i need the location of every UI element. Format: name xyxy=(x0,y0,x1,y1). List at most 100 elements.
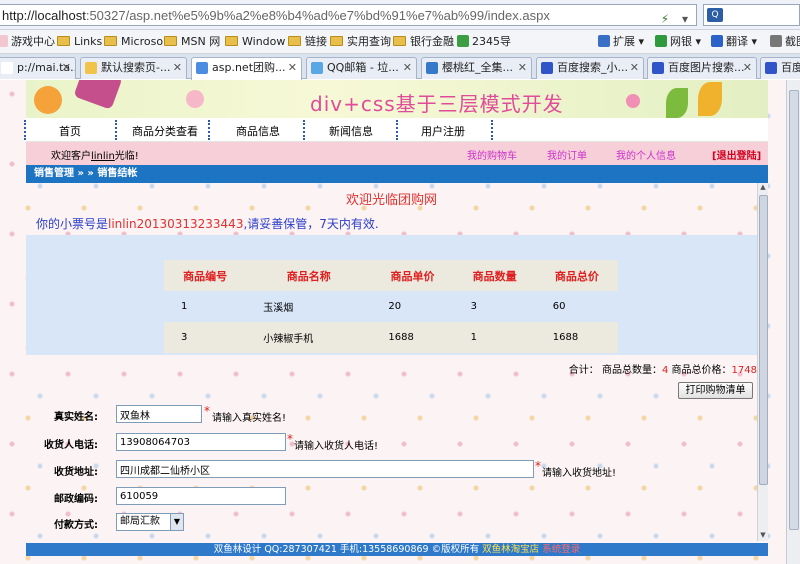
tab-6[interactable]: 百度图片搜索... ✕ xyxy=(647,57,757,79)
tab-strip: p://mai.ta... ✕ 默认搜索页-... ✕ asp.net团购... ✕ … xyxy=(0,54,800,80)
admin-login-link[interactable]: 系统登录 xyxy=(542,544,580,555)
required-mark: * xyxy=(535,459,541,473)
favorite-links[interactable]: Links xyxy=(57,34,102,50)
url-host: http://localhost xyxy=(2,8,86,23)
tab-label: 默认搜索页-... xyxy=(101,61,171,74)
search-input[interactable]: Q xyxy=(703,4,800,26)
orders-link[interactable]: 我的订单 xyxy=(547,147,587,162)
compat-icon[interactable]: ⚡ xyxy=(656,10,674,28)
favorites-bar: 游戏中心 Links Microso MSN 网 Window 链接 实用查询 … xyxy=(0,30,800,54)
name-hint: 请输入真实姓名! xyxy=(212,413,287,424)
close-icon[interactable]: ✕ xyxy=(173,58,182,78)
cell: 小辣椒手机 xyxy=(246,322,372,353)
translate-button[interactable]: 翻译 ▾ xyxy=(711,34,757,50)
folder-icon xyxy=(57,36,70,46)
favorite-banking[interactable]: 银行金融 xyxy=(393,34,454,50)
baidu-icon xyxy=(652,62,664,74)
cell: 3 xyxy=(164,322,247,353)
nav-news[interactable]: 新闻信息 xyxy=(329,123,373,139)
fav-label: 2345导 xyxy=(472,35,511,48)
cell: 1 xyxy=(453,322,536,353)
favorite-tools[interactable]: 实用查询 xyxy=(330,34,391,50)
required-mark: * xyxy=(287,432,293,446)
print-list-button[interactable]: 打印购物清单 xyxy=(678,382,753,399)
leaf-icon xyxy=(666,88,688,118)
url-field[interactable]: http://localhost:50327/asp.net%e5%9b%a2%… xyxy=(0,4,697,26)
tab-3[interactable]: QQ邮箱 - 垃... ✕ xyxy=(306,57,417,79)
netbank-button[interactable]: 网银 ▾ xyxy=(655,34,701,50)
bag-icon xyxy=(73,80,123,110)
postcode-field[interactable] xyxy=(116,487,286,505)
window-scrollbar[interactable] xyxy=(786,80,800,564)
close-icon[interactable]: ✕ xyxy=(630,58,639,78)
tab-1[interactable]: 默认搜索页-... ✕ xyxy=(80,57,187,79)
extensions-button[interactable]: 扩展 ▾ xyxy=(598,34,644,50)
ticket-notice: 你的小票号是linlin20130313233443,请妥善保管，7天内有效. xyxy=(36,215,379,232)
close-icon[interactable]: ✕ xyxy=(518,58,527,78)
nav-products[interactable]: 商品信息 xyxy=(236,123,280,139)
name-field[interactable] xyxy=(116,405,202,423)
checkout-heading: 欢迎光临团购网 xyxy=(345,193,437,208)
panel-scrollbar[interactable]: ▲ ▼ xyxy=(757,183,768,541)
scroll-down-icon[interactable]: ▼ xyxy=(758,531,768,541)
close-icon[interactable]: ✕ xyxy=(403,58,412,78)
chevron-down-icon[interactable]: ▾ xyxy=(676,10,694,28)
address-field[interactable] xyxy=(116,460,534,478)
cell: 1688 xyxy=(535,322,618,353)
fav-label: Microso xyxy=(121,35,164,48)
nav-category[interactable]: 商品分类查看 xyxy=(132,123,198,139)
qq-mail-icon xyxy=(311,62,323,74)
payment-select[interactable]: 邮局汇款 ▼ xyxy=(116,513,184,531)
payment-label: 付款方式: xyxy=(54,520,98,531)
flower-icon xyxy=(626,94,640,108)
window-scroll-thumb[interactable] xyxy=(789,90,799,530)
form-row-phone: 收货人电话: * 请输入收货人电话! xyxy=(26,430,757,455)
order-area: 商品编号 商品名称 商品单价 商品数量 商品总价 1 玉溪烟 20 3 60 3… xyxy=(26,235,757,355)
phone-field[interactable] xyxy=(116,433,286,451)
page-icon xyxy=(196,62,208,74)
form-row-postcode: 邮政编码: xyxy=(26,484,757,509)
tool-label: 截图 xyxy=(785,35,800,48)
screenshot-button[interactable]: 截图 xyxy=(770,34,800,50)
favorite-msn[interactable]: MSN 网 xyxy=(164,34,220,50)
scroll-thumb[interactable] xyxy=(759,195,768,485)
2345-icon xyxy=(457,35,469,47)
tab-2[interactable]: asp.net团购... ✕ xyxy=(191,57,302,80)
baidu-icon xyxy=(541,62,553,74)
order-header-row: 商品编号 商品名称 商品单价 商品数量 商品总价 xyxy=(164,260,618,291)
summary-price-label: 商品总价格： xyxy=(668,365,732,376)
favorite-games[interactable]: 游戏中心 xyxy=(0,34,55,50)
chevron-down-icon: ▼ xyxy=(170,514,183,530)
leaf-icon xyxy=(698,82,722,116)
close-icon[interactable]: ✕ xyxy=(288,58,297,78)
nav-home[interactable]: 首页 xyxy=(59,123,81,139)
col-header: 商品总价 xyxy=(535,260,618,291)
nav-register[interactable]: 用户注册 xyxy=(421,123,465,139)
cell: 1 xyxy=(164,291,247,322)
favorite-microsoft[interactable]: Microso xyxy=(104,34,163,50)
name-label: 真实姓名: xyxy=(54,412,98,423)
tab-label: 百度 xyxy=(781,61,800,74)
tab-7[interactable]: 百度 xyxy=(760,57,800,79)
folder-icon xyxy=(164,36,177,46)
logout-link[interactable]: [退出登陆] xyxy=(712,147,761,162)
shop-link[interactable]: 双鱼林淘宝店 xyxy=(482,544,539,555)
site-footer: 双鱼林设计 QQ:287307421 手机:13558690869 ©版权所有 … xyxy=(26,543,768,556)
summary-qty-label: 合计： 商品总数量： xyxy=(568,365,662,376)
tab-label: 樱桃红_全集... xyxy=(442,61,513,74)
favorite-links-cn[interactable]: 链接 xyxy=(288,34,327,50)
tab-4[interactable]: 樱桃红_全集... ✕ xyxy=(421,57,532,79)
tab-5[interactable]: 百度搜索_小... ✕ xyxy=(536,57,644,79)
close-icon[interactable]: ✕ xyxy=(743,58,752,78)
flower-icon xyxy=(34,86,62,114)
favorite-2345[interactable]: 2345导 xyxy=(457,34,511,50)
scroll-up-icon[interactable]: ▲ xyxy=(758,183,768,193)
table-row: 1 玉溪烟 20 3 60 xyxy=(164,291,618,322)
close-icon[interactable]: ✕ xyxy=(62,58,71,78)
tab-0[interactable]: p://mai.ta... ✕ xyxy=(0,57,76,79)
favorite-windows[interactable]: Window xyxy=(225,34,285,50)
cart-link[interactable]: 我的购物车 xyxy=(467,147,517,162)
col-header: 商品名称 xyxy=(246,260,372,291)
profile-link[interactable]: 我的个人信息 xyxy=(616,147,676,162)
cell: 20 xyxy=(371,291,454,322)
